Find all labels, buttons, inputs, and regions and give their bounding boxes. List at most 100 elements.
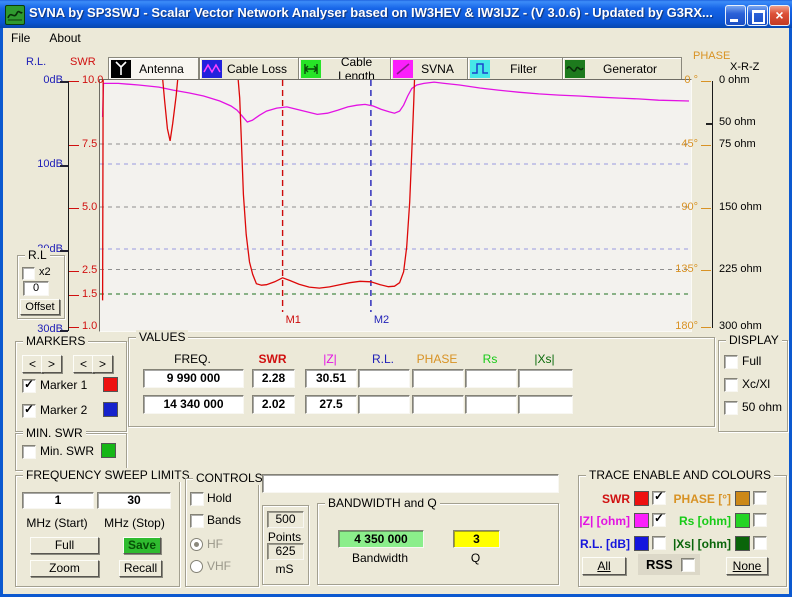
xs-value-m2 <box>518 395 573 414</box>
maximize-icon[interactable] <box>747 5 768 26</box>
tab-cable-loss[interactable]: Cable Loss <box>199 57 299 81</box>
minimize-icon[interactable] <box>725 5 746 26</box>
trace-phase-checkbox[interactable] <box>753 491 767 505</box>
all-traces-button[interactable]: All <box>582 557 626 575</box>
bands-label: Bands <box>207 513 241 527</box>
antenna-icon <box>111 60 131 78</box>
controls-title: CONTROLS <box>193 471 266 485</box>
vhf-radio[interactable] <box>190 560 203 573</box>
none-traces-button[interactable]: None <box>726 557 768 575</box>
full-sweep-button[interactable]: Full <box>30 537 99 554</box>
xrz-tick-label: 50 ohm <box>719 116 756 128</box>
rss-checkbox[interactable] <box>681 558 695 572</box>
swr-tick-mark <box>69 271 79 272</box>
xcxl-checkbox[interactable] <box>724 378 738 392</box>
trace-swr <box>103 80 416 300</box>
trace-xs-swatch <box>735 536 750 551</box>
rl-value-m1 <box>358 369 410 388</box>
bands-checkbox[interactable] <box>190 514 204 528</box>
swr-tick-label: 7.5 <box>82 138 97 150</box>
tab-antenna[interactable]: Antenna <box>108 57 199 81</box>
col-header-swr: SWR <box>252 352 293 366</box>
filter-icon <box>470 60 490 78</box>
trace-rl-swatch <box>634 536 649 551</box>
marker2-left-button[interactable]: < <box>73 355 94 373</box>
save-button[interactable]: Save <box>123 537 161 554</box>
tab-filter[interactable]: Filter <box>467 57 564 81</box>
phase-tick-label: 180° <box>656 320 698 332</box>
xrz-tick-label: 300 ohm <box>719 320 762 332</box>
phase-tick-mark <box>701 208 711 209</box>
rl-tick-mark <box>60 250 68 252</box>
trace-rl-label: R.L. [dB] <box>560 537 630 551</box>
menu-about[interactable]: About <box>41 28 88 45</box>
trace-rs-swatch <box>735 513 750 528</box>
z-value-m2: 27.5 <box>305 395 357 414</box>
marker1-label: Marker 1 <box>40 378 87 392</box>
app-window: SVNA by SP3SWJ - Scalar Vector Network A… <box>0 0 792 597</box>
message-field[interactable] <box>262 474 559 493</box>
rl-tick-mark <box>60 165 68 167</box>
rl-offset-value[interactable]: 0 <box>23 281 49 296</box>
rs-value-m2 <box>465 395 517 414</box>
trace-z-label: |Z| [ohm] <box>560 514 630 528</box>
swr-tick-mark <box>69 295 79 296</box>
swr-tick-label: 1.5 <box>82 288 97 300</box>
offset-button[interactable]: Offset <box>20 299 60 315</box>
marker2-color-swatch <box>103 402 118 417</box>
hold-checkbox[interactable] <box>190 492 204 506</box>
xrz-tick-label: 225 ohm <box>719 263 762 275</box>
rl-tick-label: 0dB <box>13 74 63 86</box>
phase-tick-label: 135° <box>656 263 698 275</box>
swr-value-m2: 2.02 <box>252 395 295 414</box>
freq-value-m1[interactable]: 9 990 000 <box>143 369 244 388</box>
svna-icon <box>393 60 413 78</box>
min-swr-checkbox[interactable] <box>22 445 36 459</box>
cable-loss-icon <box>202 60 222 78</box>
display-title: DISPLAY <box>726 333 782 347</box>
generator-icon <box>565 60 585 78</box>
menu-file[interactable]: File <box>3 28 38 45</box>
hf-radio[interactable] <box>190 538 203 551</box>
x2-checkbox[interactable] <box>22 267 35 280</box>
zoom-button[interactable]: Zoom <box>30 560 99 577</box>
trace-rs-checkbox[interactable] <box>753 513 767 527</box>
q-value: 3 <box>453 530 500 548</box>
col-header-rl: R.L. <box>358 352 408 366</box>
recall-button[interactable]: Recall <box>119 560 162 577</box>
start-freq-input[interactable]: 1 <box>22 492 94 509</box>
marker1-checkbox[interactable] <box>22 379 36 393</box>
stop-freq-input[interactable]: 30 <box>97 492 171 509</box>
phase-tick-mark <box>701 81 711 82</box>
marker2-checkbox[interactable] <box>22 404 36 418</box>
trace-xs-checkbox[interactable] <box>753 536 767 550</box>
min-swr-label: Min. SWR <box>40 444 94 458</box>
col-header-rs: Rs <box>465 352 515 366</box>
col-header-z: |Z| <box>305 352 355 366</box>
titlebar[interactable]: SVNA by SP3SWJ - Scalar Vector Network A… <box>0 0 792 28</box>
marker1-left-button[interactable]: < <box>22 355 43 373</box>
trace-rs-label: Rs [ohm] <box>661 514 731 528</box>
rl-tick-label: 10dB <box>13 158 63 170</box>
xrz-tick-label: 0 ohm <box>719 74 750 86</box>
marker1-right-button[interactable]: > <box>41 355 62 373</box>
full-display-checkbox[interactable] <box>724 355 738 369</box>
window-title: SVNA by SP3SWJ - Scalar Vector Network A… <box>29 5 719 20</box>
swr-tick-mark <box>69 145 79 146</box>
tab-cable-length[interactable]: Cable Length <box>298 57 399 81</box>
col-header-phase: PHASE <box>412 352 462 366</box>
ms-value: 625 <box>267 543 304 560</box>
tab-svna[interactable]: SVNA <box>390 57 469 81</box>
freq-value-m2[interactable]: 14 340 000 <box>143 395 244 414</box>
trace-z-swatch <box>634 513 649 528</box>
start-freq-label: MHz (Start) <box>17 516 97 530</box>
swr-tick-mark <box>69 327 79 328</box>
close-icon[interactable]: × <box>769 5 790 26</box>
xcxl-label: Xc/Xl <box>742 377 770 391</box>
phase-tick-mark <box>701 145 711 146</box>
swr-axis-title: SWR <box>70 56 96 68</box>
trace-phase-swatch <box>735 491 750 506</box>
fifty-ohm-checkbox[interactable] <box>724 401 738 415</box>
marker2-right-button[interactable]: > <box>92 355 113 373</box>
xrz-axis-title: X-R-Z <box>730 61 759 73</box>
